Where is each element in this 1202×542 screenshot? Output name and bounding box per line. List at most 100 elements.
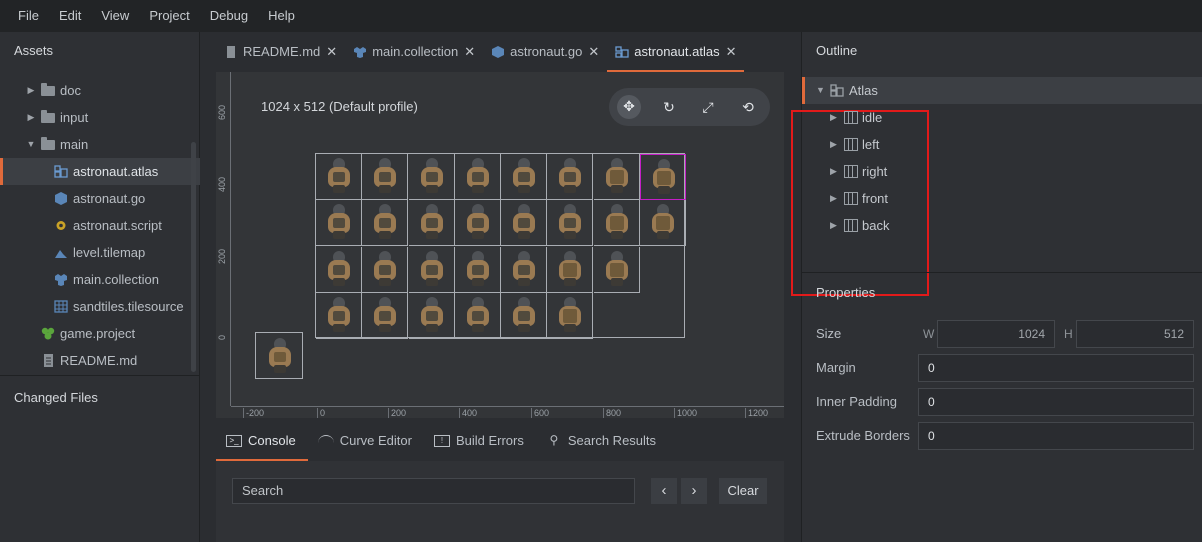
atlas-sprite-cell[interactable] [316,246,362,293]
next-result-button[interactable]: › [681,478,707,504]
expand-arrow-icon[interactable]: ▶ [830,104,837,131]
atlas-sprite-cell[interactable] [454,292,501,339]
menu-view[interactable]: View [91,0,139,32]
atlas-size-label: 1024 x 512 (Default profile) [261,99,418,114]
atlas-sprite-cell[interactable] [501,246,547,293]
atlas-sprite-cell[interactable] [408,292,455,339]
expand-arrow-icon[interactable]: ▶ [830,131,837,158]
menu-project[interactable]: Project [139,0,199,32]
assets-scrollbar[interactable] [191,142,196,372]
tab-main-collection[interactable]: main.collection ✕ [345,32,483,72]
atlas-sprite-cell[interactable] [454,154,501,200]
astronaut-sprite [419,204,445,240]
menu-help[interactable]: Help [258,0,305,32]
asset-item-astronaut-atlas[interactable]: astronaut.atlas [0,158,200,185]
atlas-sprite-cell[interactable] [501,200,547,247]
close-icon[interactable]: ✕ [464,33,475,71]
atlas-sprite-cell[interactable] [408,154,455,200]
camera-reset-icon[interactable]: ⟲ [737,96,759,118]
collapse-arrow-icon[interactable]: ▼ [26,131,36,158]
asset-item-level-tilemap[interactable]: level.tilemap [0,239,200,266]
atlas-sprite-cell[interactable] [639,154,686,200]
outline-item-front[interactable]: ▶ front [802,185,1202,212]
file-icon [44,354,53,367]
asset-item-input[interactable]: ▶ input [0,104,200,131]
margin-field[interactable]: 0 [918,354,1194,382]
size-label: Size [816,326,842,341]
expand-arrow-icon[interactable]: ▶ [830,185,837,212]
atlas-sprite-cell[interactable] [501,292,547,339]
asset-item-sandtiles-tilesource[interactable]: sandtiles.tilesource [0,293,200,320]
asset-item-game-project[interactable]: game.project [0,320,200,347]
scene-viewport[interactable]: 600 400 200 0 -200 0 200 400 600 800 100… [216,72,784,418]
atlas-sprite-cell[interactable] [501,154,547,200]
astronaut-sprite [604,250,630,287]
atlas-sprite-cell[interactable] [593,200,640,247]
tab-astronaut-atlas[interactable]: astronaut.atlas ✕ [607,32,745,72]
expand-arrow-icon[interactable]: ▶ [830,212,837,239]
astronaut-sprite [372,158,398,194]
atlas-sprite-cell[interactable] [547,292,594,339]
outline-item-back[interactable]: ▶ back [802,212,1202,239]
size-width-field[interactable]: 1024 [937,320,1055,348]
expand-arrow-icon[interactable]: ▶ [830,158,837,185]
outline-item-right[interactable]: ▶ right [802,158,1202,185]
inner-padding-field[interactable]: 0 [918,388,1194,416]
size-height-field[interactable]: 512 [1076,320,1194,348]
folder-icon [41,137,55,150]
asset-item-main[interactable]: ▼ main [0,131,200,158]
atlas-sprite-cell[interactable] [362,246,409,293]
ruler-tick-label: 0 [317,408,325,418]
menu-debug[interactable]: Debug [200,0,258,32]
tab-console[interactable]: >_ Console [216,421,308,461]
console-search-input[interactable]: Search [232,478,635,504]
menu-file[interactable]: File [8,0,49,32]
tab-label: Curve Editor [339,433,412,448]
close-icon[interactable]: ✕ [588,33,599,71]
asset-item-readme[interactable]: README.md [0,347,200,374]
tab-build-errors[interactable]: ! Build Errors [424,421,536,461]
tab-curve-editor[interactable]: Curve Editor [308,421,424,461]
atlas-sprite-cell[interactable] [593,154,640,200]
expand-arrow-icon[interactable]: ▶ [26,104,36,131]
close-icon[interactable]: ✕ [326,33,337,71]
asset-item-doc[interactable]: ▶ doc [0,77,200,104]
atlas-sprite-cell[interactable] [408,246,455,293]
asset-item-main-collection[interactable]: main.collection [0,266,200,293]
scale-tool-icon[interactable]: ⤢ [697,96,719,118]
atlas-sprite-cell[interactable] [547,246,594,293]
tab-astronaut-go[interactable]: astronaut.go ✕ [483,32,607,72]
atlas-sprite-cell[interactable] [454,246,501,293]
atlas-sprite-outside[interactable] [255,332,303,379]
close-icon[interactable]: ✕ [726,33,737,71]
outline-item-atlas[interactable]: ▼ Atlas [802,77,1202,104]
atlas-sprite-cell[interactable] [454,200,501,247]
collapse-arrow-icon[interactable]: ▼ [816,77,825,104]
menu-edit[interactable]: Edit [49,0,91,32]
outline-item-idle[interactable]: ▶ idle [802,104,1202,131]
atlas-sprite-cell[interactable] [547,200,594,247]
atlas-sprite-cell[interactable] [362,154,409,200]
atlas-sprite-cell[interactable] [362,200,409,247]
error-icon: ! [433,435,450,447]
astronaut-sprite [372,204,398,240]
rotate-tool-icon[interactable]: ↻ [658,96,680,118]
move-tool-icon[interactable]: ✥ [617,95,641,119]
atlas-sprite-cell[interactable] [408,200,455,247]
tab-readme[interactable]: README.md ✕ [216,32,345,72]
extrude-borders-field[interactable]: 0 [918,422,1194,450]
atlas-sprite-cell[interactable] [316,154,362,200]
tab-search-results[interactable]: ⚲ Search Results [536,421,668,461]
atlas-sprite-cell[interactable] [316,200,362,247]
atlas-sprite-cell[interactable] [639,200,686,247]
outline-item-left[interactable]: ▶ left [802,131,1202,158]
clear-button[interactable]: Clear [719,478,767,504]
asset-item-astronaut-script[interactable]: astronaut.script [0,212,200,239]
prev-result-button[interactable]: ‹ [651,478,677,504]
expand-arrow-icon[interactable]: ▶ [26,77,36,104]
asset-item-astronaut-go[interactable]: astronaut.go [0,185,200,212]
atlas-sprite-cell[interactable] [547,154,594,200]
atlas-sprite-cell[interactable] [316,292,362,339]
atlas-sprite-cell[interactable] [362,292,409,339]
atlas-sprite-cell[interactable] [593,246,640,293]
